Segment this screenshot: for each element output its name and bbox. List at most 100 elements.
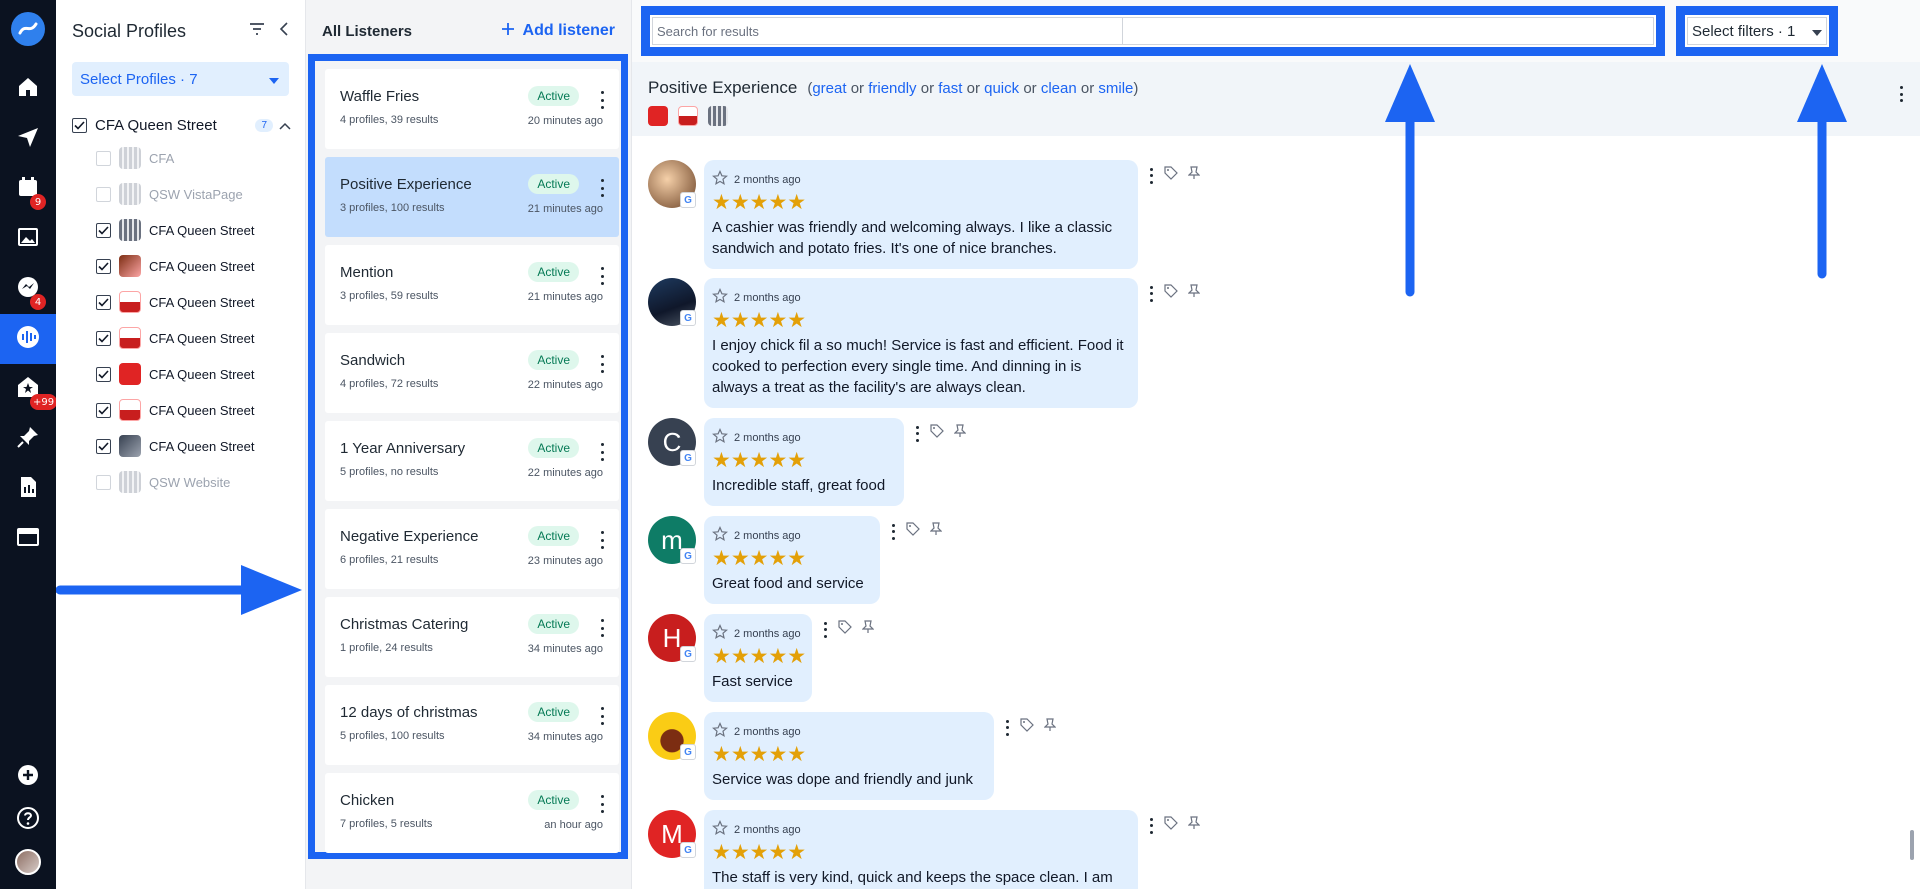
profile-checkbox[interactable]	[96, 402, 111, 418]
select-filters-dropdown[interactable]: Select filters · 1	[1687, 17, 1827, 45]
profile-item[interactable]: QSW VistaPage	[72, 176, 305, 212]
profile-checkbox[interactable]	[96, 222, 111, 238]
more-vertical-icon[interactable]	[1150, 167, 1154, 184]
tag-icon[interactable]	[906, 522, 920, 541]
tag-icon[interactable]	[930, 424, 944, 443]
profile-checkbox[interactable]	[96, 438, 111, 454]
keyword[interactable]: fast	[938, 80, 962, 97]
listener-card[interactable]: Negative Experience 6 profiles, 21 result…	[325, 509, 619, 589]
rail-media[interactable]	[0, 214, 56, 264]
listener-card[interactable]: Mention 3 profiles, 59 results Active 21 mi…	[325, 245, 619, 325]
listener-card[interactable]: Waffle Fries 4 profiles, 39 results Active…	[325, 69, 619, 149]
keyword[interactable]: great	[812, 80, 846, 97]
rail-listening[interactable]	[0, 314, 56, 364]
profile-group[interactable]: CFA Queen Street 7	[72, 110, 305, 140]
profile-item[interactable]: CFA Queen Street	[72, 284, 305, 320]
more-vertical-icon[interactable]	[597, 619, 607, 637]
collapse-chevron-left-icon[interactable]	[279, 21, 289, 41]
rail-browser[interactable]	[0, 514, 56, 564]
listener-keywords: (great or friendly or fast or quick or c…	[807, 80, 1139, 97]
profile-checkbox[interactable]	[96, 294, 111, 310]
more-vertical-icon[interactable]	[597, 707, 607, 725]
chevron-up-icon[interactable]	[279, 117, 291, 134]
pin-icon[interactable]	[1043, 718, 1057, 737]
pin-icon[interactable]	[861, 620, 875, 639]
more-vertical-icon[interactable]	[1150, 817, 1154, 834]
pin-icon[interactable]	[1187, 816, 1201, 835]
rail-reports[interactable]	[0, 464, 56, 514]
more-vertical-icon[interactable]	[1006, 719, 1010, 736]
add-listener-button[interactable]: Add listener	[501, 22, 615, 41]
profile-item[interactable]: QSW Website	[72, 464, 305, 500]
profile-checkbox[interactable]	[96, 330, 111, 346]
more-vertical-icon[interactable]	[597, 91, 607, 109]
pin-icon[interactable]	[929, 522, 943, 541]
listener-card[interactable]: 12 days of christmas 5 profiles, 100 resu…	[325, 685, 619, 765]
user-avatar[interactable]	[15, 849, 41, 875]
profile-checkbox[interactable]	[96, 150, 111, 166]
profile-checkbox[interactable]	[96, 186, 111, 202]
select-profiles-dropdown[interactable]: Select Profiles · 7	[72, 62, 289, 96]
listener-updated-time: 22 minutes ago	[527, 379, 603, 391]
tag-icon[interactable]	[1164, 284, 1178, 303]
listener-card[interactable]: Positive Experience 3 profiles, 100 resul…	[325, 157, 619, 237]
more-vertical-icon[interactable]	[1150, 285, 1154, 302]
profile-checkbox[interactable]	[96, 474, 111, 490]
pin-icon[interactable]	[953, 424, 967, 443]
star-outline-icon[interactable]	[712, 288, 728, 307]
more-vertical-icon[interactable]	[597, 443, 607, 461]
more-vertical-icon[interactable]	[824, 621, 828, 638]
keyword[interactable]: quick	[984, 80, 1019, 97]
filter-sort-icon[interactable]	[249, 22, 265, 41]
feed-scrollbar[interactable]	[1910, 830, 1914, 860]
star-outline-icon[interactable]	[712, 820, 728, 839]
star-outline-icon[interactable]	[712, 722, 728, 741]
listener-card[interactable]: Sandwich 4 profiles, 72 results Active 22 m…	[325, 333, 619, 413]
rail-pins[interactable]	[0, 414, 56, 464]
profile-item[interactable]: CFA	[72, 140, 305, 176]
rail-publish[interactable]	[0, 114, 56, 164]
search-input[interactable]	[653, 18, 1123, 44]
tag-icon[interactable]	[1020, 718, 1034, 737]
rail-inbox[interactable]: 4	[0, 264, 56, 314]
rail-reviews[interactable]: +99	[0, 364, 58, 414]
keyword[interactable]: smile	[1098, 80, 1133, 97]
more-vertical-icon[interactable]	[597, 267, 607, 285]
pin-icon[interactable]	[1187, 284, 1201, 303]
keyword[interactable]: clean	[1041, 80, 1077, 97]
keyword[interactable]: friendly	[868, 80, 916, 97]
star-outline-icon[interactable]	[712, 526, 728, 545]
group-checkbox[interactable]	[72, 117, 87, 133]
more-vertical-icon[interactable]	[916, 425, 920, 442]
listener-card[interactable]: Chicken 7 profiles, 5 results Active an hou…	[325, 773, 619, 853]
pin-icon[interactable]	[1187, 166, 1201, 185]
star-outline-icon[interactable]	[712, 428, 728, 447]
listener-card[interactable]: 1 Year Anniversary 5 profiles, no results…	[325, 421, 619, 501]
listener-card[interactable]: Christmas Catering 1 profile, 24 results A…	[325, 597, 619, 677]
more-vertical-icon[interactable]	[597, 795, 607, 813]
profile-item[interactable]: CFA Queen Street	[72, 356, 305, 392]
add-circle-icon[interactable]	[16, 763, 40, 792]
more-vertical-icon[interactable]	[597, 179, 607, 197]
tag-icon[interactable]	[1164, 816, 1178, 835]
app-logo[interactable]	[11, 12, 45, 46]
profile-avatar-icon	[119, 219, 141, 241]
more-vertical-icon[interactable]	[597, 355, 607, 373]
rail-calendar[interactable]: 9	[0, 164, 56, 214]
tag-icon[interactable]	[1164, 166, 1178, 185]
profile-item[interactable]: CFA Queen Street	[72, 392, 305, 428]
profile-item[interactable]: CFA Queen Street	[72, 248, 305, 284]
more-vertical-icon[interactable]	[892, 523, 896, 540]
help-icon[interactable]	[16, 806, 40, 835]
star-outline-icon[interactable]	[712, 170, 728, 189]
listener-more-icon[interactable]	[1900, 86, 1904, 102]
rail-home[interactable]	[0, 64, 56, 114]
profile-checkbox[interactable]	[96, 258, 111, 274]
profile-checkbox[interactable]	[96, 366, 111, 382]
profile-item[interactable]: CFA Queen Street	[72, 212, 305, 248]
star-outline-icon[interactable]	[712, 624, 728, 643]
more-vertical-icon[interactable]	[597, 531, 607, 549]
tag-icon[interactable]	[838, 620, 852, 639]
profile-item[interactable]: CFA Queen Street	[72, 428, 305, 464]
profile-item[interactable]: CFA Queen Street	[72, 320, 305, 356]
